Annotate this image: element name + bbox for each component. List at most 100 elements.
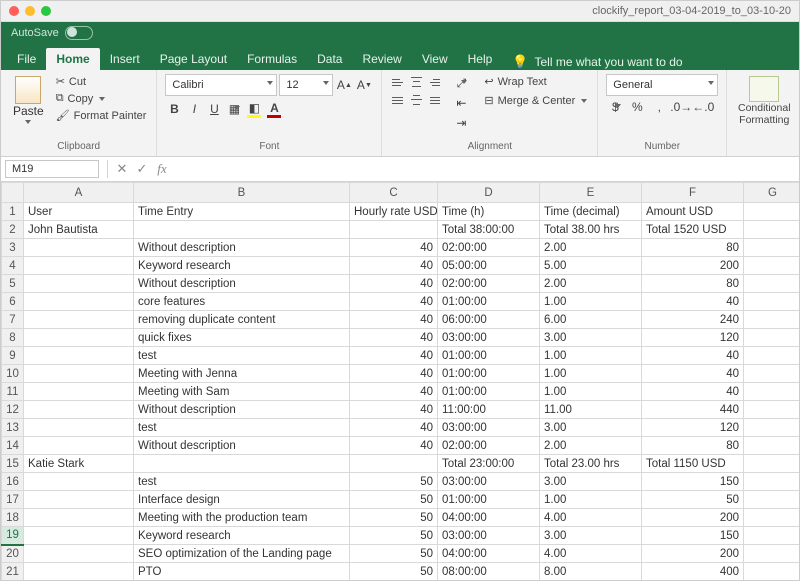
wrap-text-button[interactable]: ↩Wrap Text (482, 74, 589, 89)
cell-C20[interactable]: 50 (350, 545, 438, 563)
cell-C4[interactable]: 40 (350, 257, 438, 275)
cell-B7[interactable]: removing duplicate content (134, 311, 350, 329)
cell-D21[interactable]: 08:00:00 (438, 563, 540, 581)
row-header-8[interactable]: 8 (2, 329, 24, 347)
copy-button[interactable]: ⧉Copy (54, 91, 149, 106)
cell-A9[interactable] (24, 347, 134, 365)
cell-E10[interactable]: 1.00 (540, 365, 642, 383)
fill-color-button[interactable]: ◧ (245, 100, 263, 118)
cell-D4[interactable]: 05:00:00 (438, 257, 540, 275)
row-header-19[interactable]: 19 (2, 527, 24, 545)
cell-E7[interactable]: 6.00 (540, 311, 642, 329)
row-header-3[interactable]: 3 (2, 239, 24, 257)
cell-E3[interactable]: 2.00 (540, 239, 642, 257)
cell-A13[interactable] (24, 419, 134, 437)
cell-C15[interactable] (350, 455, 438, 473)
cell-B12[interactable]: Without description (134, 401, 350, 419)
cell-C12[interactable]: 40 (350, 401, 438, 419)
formula-input[interactable] (172, 167, 799, 171)
column-header-B[interactable]: B (134, 183, 350, 203)
row-header-4[interactable]: 4 (2, 257, 24, 275)
number-format-select[interactable]: General (606, 74, 718, 96)
cell-C10[interactable]: 40 (350, 365, 438, 383)
cell-D10[interactable]: 01:00:00 (438, 365, 540, 383)
select-all-corner[interactable] (2, 183, 24, 203)
cell-E8[interactable]: 3.00 (540, 329, 642, 347)
tab-file[interactable]: File (7, 48, 46, 70)
cell-D6[interactable]: 01:00:00 (438, 293, 540, 311)
cell-C18[interactable]: 50 (350, 509, 438, 527)
row-header-12[interactable]: 12 (2, 401, 24, 419)
cell-E16[interactable]: 3.00 (540, 473, 642, 491)
autosave-toggle[interactable]: AutoSave (1, 22, 799, 44)
cell-F2[interactable]: Total 1520 USD (642, 221, 744, 239)
cell-A17[interactable] (24, 491, 134, 509)
comma-format-button[interactable]: , (650, 98, 668, 116)
cell-A11[interactable] (24, 383, 134, 401)
cut-button[interactable]: ✂Cut (54, 74, 149, 89)
tab-data[interactable]: Data (307, 48, 352, 70)
tab-page-layout[interactable]: Page Layout (150, 48, 237, 70)
cell-C3[interactable]: 40 (350, 239, 438, 257)
cell-A7[interactable] (24, 311, 134, 329)
cell-A5[interactable] (24, 275, 134, 293)
cell-E14[interactable]: 2.00 (540, 437, 642, 455)
conditional-formatting-button[interactable]: Conditional Formatting (735, 74, 793, 128)
cell-G11[interactable] (744, 383, 800, 401)
cell-A16[interactable] (24, 473, 134, 491)
align-right[interactable] (426, 92, 442, 108)
cell-D17[interactable]: 01:00:00 (438, 491, 540, 509)
cell-F4[interactable]: 200 (642, 257, 744, 275)
cell-F21[interactable]: 400 (642, 563, 744, 581)
close-icon[interactable] (9, 6, 19, 16)
align-left[interactable] (390, 92, 406, 108)
cell-D12[interactable]: 11:00:00 (438, 401, 540, 419)
cell-E6[interactable]: 1.00 (540, 293, 642, 311)
column-header-E[interactable]: E (540, 183, 642, 203)
cell-A12[interactable] (24, 401, 134, 419)
underline-button[interactable]: U (205, 100, 223, 118)
row-header-14[interactable]: 14 (2, 437, 24, 455)
cell-B4[interactable]: Keyword research (134, 257, 350, 275)
paste-button[interactable]: Paste (9, 74, 48, 126)
fx-button[interactable]: fx (152, 161, 172, 177)
row-header-5[interactable]: 5 (2, 275, 24, 293)
cell-G10[interactable] (744, 365, 800, 383)
cell-D16[interactable]: 03:00:00 (438, 473, 540, 491)
cell-C17[interactable]: 50 (350, 491, 438, 509)
cell-D18[interactable]: 04:00:00 (438, 509, 540, 527)
cell-F19[interactable]: 150 (642, 527, 744, 545)
cell-F20[interactable]: 200 (642, 545, 744, 563)
cell-B20[interactable]: SEO optimization of the Landing page (134, 545, 350, 563)
cell-D3[interactable]: 02:00:00 (438, 239, 540, 257)
cell-C9[interactable]: 40 (350, 347, 438, 365)
cell-D20[interactable]: 04:00:00 (438, 545, 540, 563)
cell-E1[interactable]: Time (decimal) (540, 203, 642, 221)
cell-F7[interactable]: 240 (642, 311, 744, 329)
cell-A3[interactable] (24, 239, 134, 257)
row-header-2[interactable]: 2 (2, 221, 24, 239)
cell-C11[interactable]: 40 (350, 383, 438, 401)
cell-B6[interactable]: core features (134, 293, 350, 311)
cell-B1[interactable]: Time Entry (134, 203, 350, 221)
row-header-6[interactable]: 6 (2, 293, 24, 311)
cell-D1[interactable]: Time (h) (438, 203, 540, 221)
cell-C14[interactable]: 40 (350, 437, 438, 455)
cell-G18[interactable] (744, 509, 800, 527)
cell-G13[interactable] (744, 419, 800, 437)
row-header-7[interactable]: 7 (2, 311, 24, 329)
cell-G21[interactable] (744, 563, 800, 581)
cell-G19[interactable] (744, 527, 800, 545)
cell-A14[interactable] (24, 437, 134, 455)
column-header-F[interactable]: F (642, 183, 744, 203)
cell-C5[interactable]: 40 (350, 275, 438, 293)
increase-decimal-button[interactable]: .0→ (672, 98, 690, 116)
row-header-21[interactable]: 21 (2, 563, 24, 581)
cell-A19[interactable] (24, 527, 134, 545)
cell-E20[interactable]: 4.00 (540, 545, 642, 563)
cell-F14[interactable]: 80 (642, 437, 744, 455)
cell-C6[interactable]: 40 (350, 293, 438, 311)
cell-G16[interactable] (744, 473, 800, 491)
cell-F9[interactable]: 40 (642, 347, 744, 365)
row-header-15[interactable]: 15 (2, 455, 24, 473)
